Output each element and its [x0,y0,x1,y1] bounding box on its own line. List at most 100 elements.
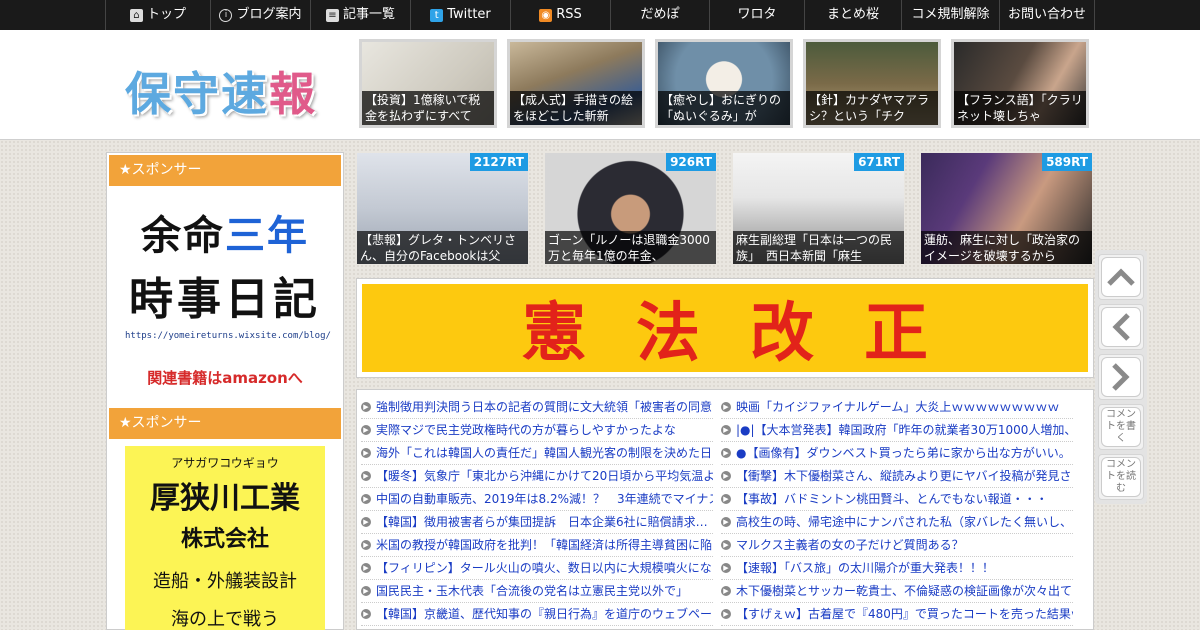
rt-article-thumb[interactable]: 2127RT 【悲報】グレタ・トンベリさん、自分のFacebookは父 [357,153,528,264]
list-item[interactable]: ▶ 実際マジで民主党政権時代の方が暮らしやすかったよな [361,419,713,442]
article-caption: ゴーン「ルノーは退職金3000万と毎年1億の年金、 [545,231,716,264]
nav-contact[interactable]: お問い合わせ [999,0,1095,30]
top-nav: ⌂ トップ i ブログ案内 ≡ 記事一覧 t Twitter ◉ RSS だめぽ… [0,0,1200,30]
rt-article-thumb[interactable]: 926RT ゴーン「ルノーは退職金3000万と毎年1億の年金、 [545,153,716,264]
list-item[interactable]: ▶ 海外「これは韓国人の責任だ」韓国人観光客の制限を決めた日 [361,442,713,465]
play-bullet-icon: ▶ [361,540,371,550]
play-bullet-icon: ▶ [721,540,731,550]
write-comment-button[interactable]: コメントを書く [1098,404,1144,450]
list-item[interactable]: ▶ 強制徴用判決問う日本の記者の質問に文大統領「被害者の同意 [361,396,713,419]
rt-count-badge: 589RT [1042,153,1092,171]
nav-label: コメ規制解除 [911,7,990,22]
nav-label: まとめ桜 [826,7,879,22]
article-caption: 【投資】1億稼いで税金を払わずにすべて [362,91,494,125]
site-logo[interactable]: 保守速報 [125,58,317,124]
list-item[interactable]: ▶ ●【画像有】ダウンベスト買ったら弟に家から出な方がいい。 [721,442,1073,465]
list-item[interactable]: ▶ |●|【大本営発表】韓国政府「昨年の就業者30万1000人増加、雇 [721,419,1073,442]
list-item[interactable]: ▶ 【速報】「バス旅」の太川陽介が重大発表！！！ [721,557,1073,580]
rt-count-badge: 2127RT [469,153,528,171]
list-item[interactable]: ▶ マルクス主義者の女の子だけど質問ある？ [721,534,1073,557]
site-header: 保守速報 【投資】1億稼いで税金を払わずにすべて 【成人式】手描きの絵をほどこし… [0,30,1200,140]
list-item[interactable]: ▶ 米国の教授が韓国政府を批判！「韓国経済は所得主導貧困に陥 [361,534,713,557]
play-bullet-icon: ▶ [721,517,731,527]
chevron-left-icon [1112,313,1130,341]
nav-article-list[interactable]: ≡ 記事一覧 [310,0,410,30]
nav-blog-info[interactable]: i ブログ案内 [210,0,310,30]
header-article-thumb[interactable]: 【成人式】手描きの絵をほどこした斬新 [507,39,645,128]
header-article-thumb[interactable]: 【針】カナダヤマアラシ？という「チク [803,39,941,128]
nav-label: Twitter [447,7,491,22]
rt-count-badge: 926RT [666,153,716,171]
play-bullet-icon: ▶ [361,609,371,619]
play-bullet-icon: ▶ [721,471,731,481]
play-bullet-icon: ▶ [721,609,731,619]
nav-label: ブログ案内 [236,7,302,22]
article-caption: 蓮舫、麻生に対し「政治家のイメージを破壊するから [921,231,1092,264]
list-item[interactable]: ▶ 【衝撃】木下優樹菜さん、縦読みより更にヤバイ投稿が発見さ [721,465,1073,488]
next-page-button[interactable] [1098,354,1144,400]
nav-label: RSS [556,7,582,22]
prev-page-button[interactable] [1098,304,1144,350]
list-item[interactable]: ▶ 映画「カイジファイナルゲーム」大炎上ｗｗｗｗｗｗｗｗｗ [721,396,1073,419]
play-bullet-icon: ▶ [721,586,731,596]
rt-article-thumb[interactable]: 671RT 麻生副総理「日本は一つの民族」 西日本新聞「麻生 [733,153,904,264]
play-bullet-icon: ▶ [721,448,731,458]
rt-article-thumb[interactable]: 589RT 蓮舫、麻生に対し「政治家のイメージを破壊するから [921,153,1092,264]
sponsor-ad-yomei[interactable]: 余命三年 時事日記 https://yomeireturns.wixsite.c… [125,203,331,387]
nav-rss[interactable]: ◉ RSS [510,0,610,30]
play-bullet-icon: ▶ [361,517,371,527]
home-icon: ⌂ [129,8,143,22]
article-caption: 麻生副総理「日本は一つの民族」 西日本新聞「麻生 [733,231,904,264]
nav-label: 記事一覧 [342,7,395,22]
link-column-right: ▶ 映画「カイジファイナルゲーム」大炎上ｗｗｗｗｗｗｗｗｗ ▶ |●|【大本営発表】… [721,396,1073,626]
list-item[interactable]: ▶ 【韓国】徴用被害者らが集団提訴 日本企業6社に賠償請求… [361,511,713,534]
play-bullet-icon: ▶ [721,563,731,573]
rt-count-badge: 671RT [854,153,904,171]
play-bullet-icon: ▶ [361,448,371,458]
play-bullet-icon: ▶ [361,402,371,412]
header-article-thumb[interactable]: 【フランス語】「クラリネット壊しちゃ [951,39,1089,128]
nav-top[interactable]: ⌂ トップ [105,0,210,30]
list-item[interactable]: ▶ 【韓国】京畿道、歴代知事の『親日行為』を道庁のウェブペー [361,603,713,626]
nav-label: だめぽ [640,7,680,22]
article-caption: 【フランス語】「クラリネット壊しちゃ [954,91,1086,125]
nav-matome-sakura[interactable]: まとめ桜 [804,0,901,30]
header-article-thumb[interactable]: 【投資】1億稼いで税金を払わずにすべて [359,39,497,128]
nav-twitter[interactable]: t Twitter [410,0,510,30]
nav-label: お問い合わせ [1007,7,1086,22]
list-item[interactable]: ▶ 【フィリピン】タール火山の噴火、数日以内に大規模噴火にな [361,557,713,580]
list-item[interactable]: ▶ 高校生の時、帰宅途中にナンパされた私（家バレたく無いし、 [721,511,1073,534]
play-bullet-icon: ▶ [361,563,371,573]
constitution-reform-banner[interactable]: 憲 法 改 正 [356,278,1094,378]
scroll-top-button[interactable] [1098,254,1144,300]
rss-icon: ◉ [539,8,553,22]
article-caption: 【悲報】グレタ・トンベリさん、自分のFacebookは父 [357,231,528,264]
antenna-link-list: ▶ 強制徴用判決問う日本の記者の質問に文大統領「被害者の同意 ▶ 実際マジで民主党政… [356,389,1094,630]
nav-label: トップ [146,7,186,22]
play-bullet-icon: ▶ [361,586,371,596]
twitter-icon: t [430,8,444,22]
sidebar: ★スポンサー 余命三年 時事日記 https://yomeireturns.wi… [106,152,344,630]
list-item[interactable]: ▶ 【事故】バドミントン桃田賢斗、とんでもない報道・・・ [721,488,1073,511]
play-bullet-icon: ▶ [721,402,731,412]
nav-label: ワロタ [737,7,777,22]
article-caption: 【針】カナダヤマアラシ？という「チク [806,91,938,125]
sponsor-ad-asagawa[interactable]: アサガワコウギョウ 厚狭川工業 株式会社 造船・外艤装設計 海の上で戦う [125,446,325,630]
chevron-right-icon [1112,363,1130,391]
list-item[interactable]: ▶ 国民民主・玉木代表「合流後の党名は立憲民主党以外で」 [361,580,713,603]
info-icon: i [219,8,233,22]
list-item[interactable]: ▶ 【すげぇｗ】古着屋で『480円』で買ったコートを売った結果ｗ [721,603,1073,626]
play-bullet-icon: ▶ [361,425,371,435]
nav-damepo[interactable]: だめぽ [610,0,709,30]
sponsor-heading: ★スポンサー [109,155,341,186]
list-item[interactable]: ▶ 【暖冬】気象庁「東北から沖縄にかけて20日頃から平均気温よ [361,465,713,488]
list-icon: ≡ [325,8,339,22]
nav-warota[interactable]: ワロタ [709,0,804,30]
read-comment-button[interactable]: コメントを読む [1098,454,1144,500]
list-item[interactable]: ▶ 木下優樹菜とサッカー乾貴士、不倫疑惑の検証画像が次々出て [721,580,1073,603]
header-article-thumb[interactable]: 【癒やし】おにぎりの「ぬいぐるみ」が [655,39,793,128]
play-bullet-icon: ▶ [361,494,371,504]
list-item[interactable]: ▶ 中国の自動車販売、2019年は8.2%減！？ 3年連続でマイナスに [361,488,713,511]
link-column-left: ▶ 強制徴用判決問う日本の記者の質問に文大統領「被害者の同意 ▶ 実際マジで民主党政… [361,396,713,626]
nav-comment-unblock[interactable]: コメ規制解除 [901,0,999,30]
